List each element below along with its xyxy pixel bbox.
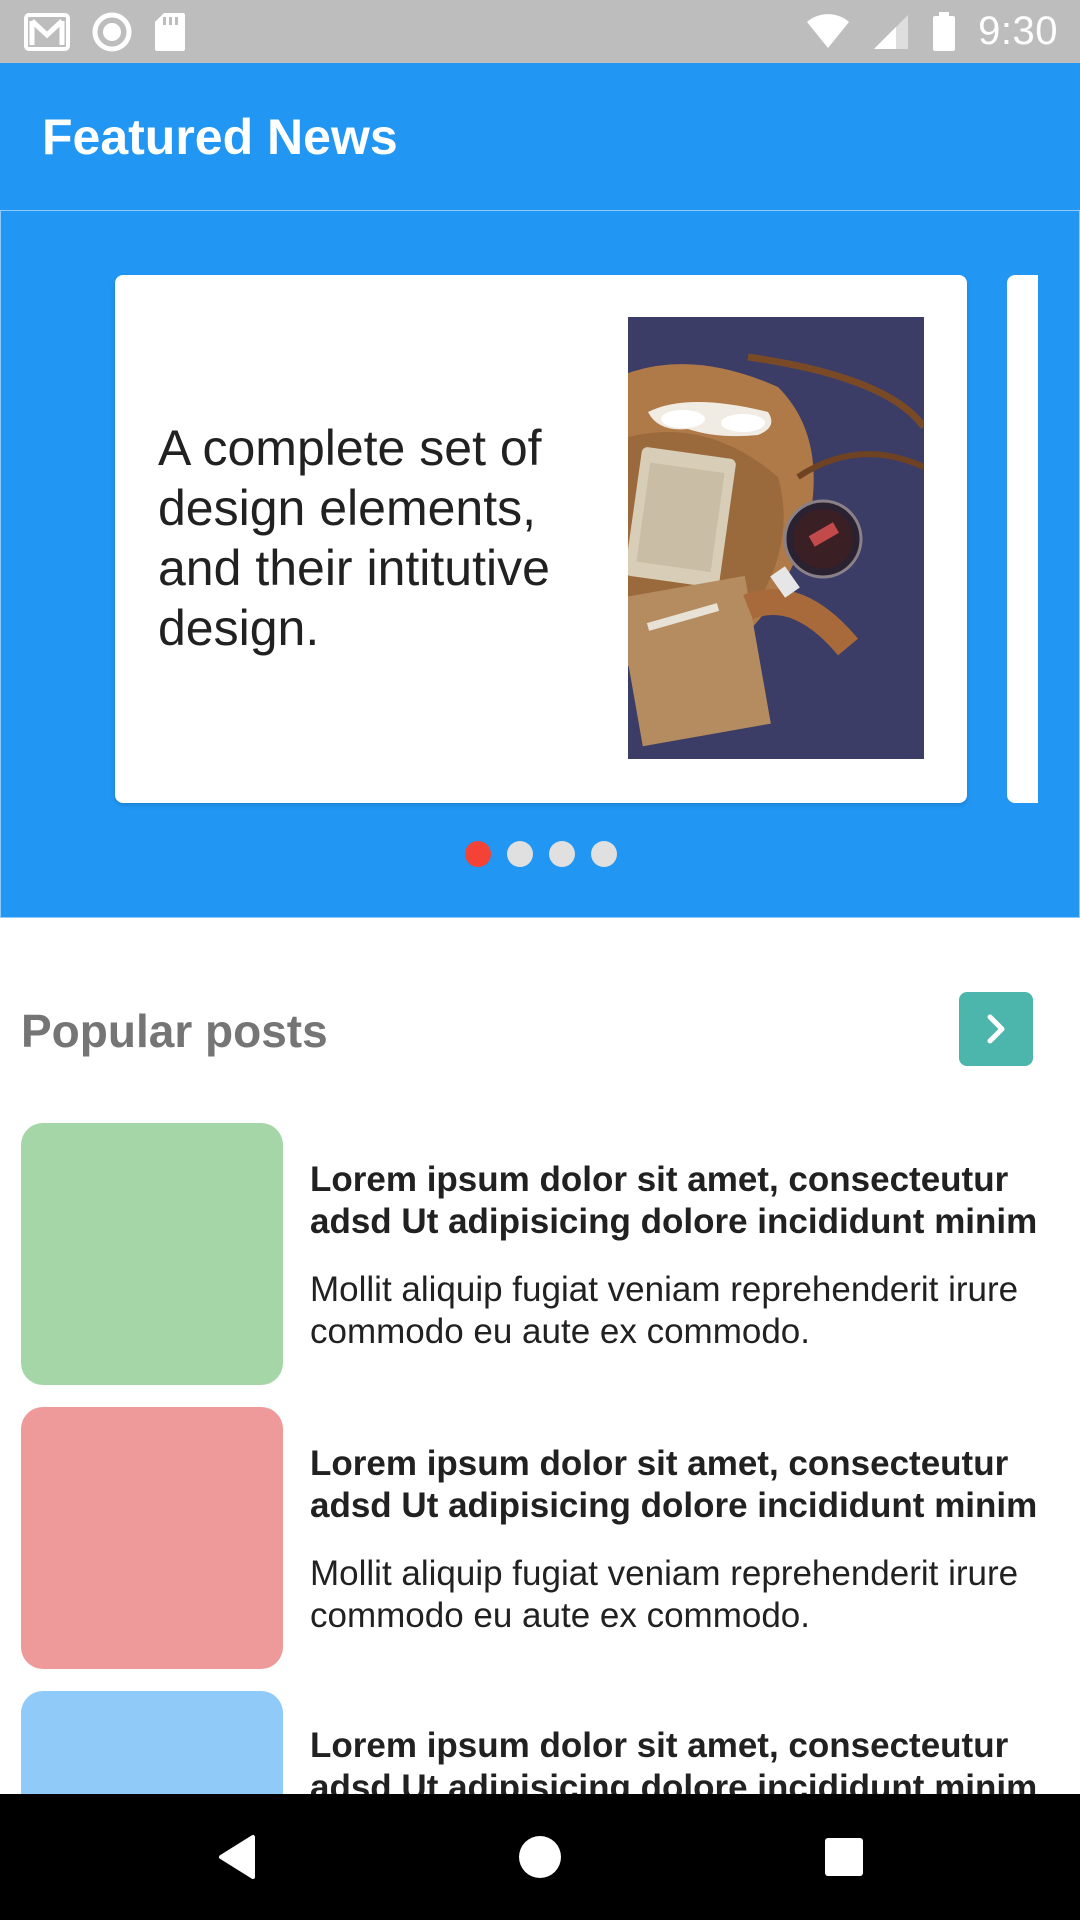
screen: 9:30 Featured News A complete set of des… (0, 0, 1080, 1920)
status-right: 9:30 (806, 9, 1058, 54)
post-thumbnail (21, 1691, 283, 1794)
post-thumbnail (21, 1123, 283, 1385)
carousel-slide[interactable]: A complete set of design elements, and t… (115, 275, 967, 803)
page-title: Featured News (42, 108, 398, 165)
post-body: Mollit aliquip fugiat veniam reprehender… (310, 1554, 1019, 1635)
list-item[interactable]: Lorem ipsum dolor sit amet, consecteutur… (0, 1123, 1080, 1387)
status-time: 9:30 (978, 9, 1058, 53)
popular-posts-header: Popular posts (0, 990, 1080, 1066)
next-slide-peek[interactable] (1007, 275, 1038, 803)
battery-icon (932, 11, 956, 52)
post-title: Lorem ipsum dolor sit amet, consecteutur… (310, 1726, 1038, 1794)
section-title: Popular posts (21, 1005, 328, 1057)
post-title: Lorem ipsum dolor sit amet, consecteutur… (310, 1160, 1038, 1241)
recents-button[interactable] (784, 1794, 904, 1920)
system-nav-bar (0, 1794, 1080, 1920)
list-item[interactable]: Lorem ipsum dolor sit amet, consecteutur… (0, 1407, 1080, 1671)
recents-icon (825, 1838, 863, 1876)
home-button[interactable] (480, 1794, 600, 1920)
carousel-indicator (1, 841, 1079, 867)
sync-icon (92, 12, 132, 52)
post-thumbnail (21, 1407, 283, 1669)
back-icon (219, 1835, 255, 1879)
see-more-button[interactable] (959, 992, 1033, 1066)
carousel-dot[interactable] (549, 841, 575, 867)
app-bar: Featured News (0, 63, 1080, 210)
carousel-dot[interactable] (507, 841, 533, 867)
carousel-dot-active[interactable] (465, 841, 491, 867)
back-button[interactable] (176, 1794, 296, 1920)
status-bar: 9:30 (0, 0, 1080, 63)
post-body: Mollit aliquip fugiat veniam reprehender… (310, 1270, 1019, 1351)
cell-signal-icon (872, 13, 910, 51)
featured-carousel[interactable]: A complete set of design elements, and t… (0, 210, 1080, 918)
gmail-icon (24, 12, 70, 51)
chevron-right-icon (987, 1014, 1005, 1044)
wifi-icon (806, 13, 850, 50)
slide-headline: A complete set of design elements, and t… (158, 420, 550, 656)
home-icon (519, 1836, 561, 1878)
sd-card-icon (154, 12, 186, 52)
list-item[interactable]: Lorem ipsum dolor sit amet, consecteutur… (0, 1691, 1080, 1794)
carousel-dot[interactable] (591, 841, 617, 867)
bag-accessories-photo (628, 317, 924, 759)
post-title: Lorem ipsum dolor sit amet, consecteutur… (310, 1444, 1038, 1525)
status-left (24, 12, 186, 52)
